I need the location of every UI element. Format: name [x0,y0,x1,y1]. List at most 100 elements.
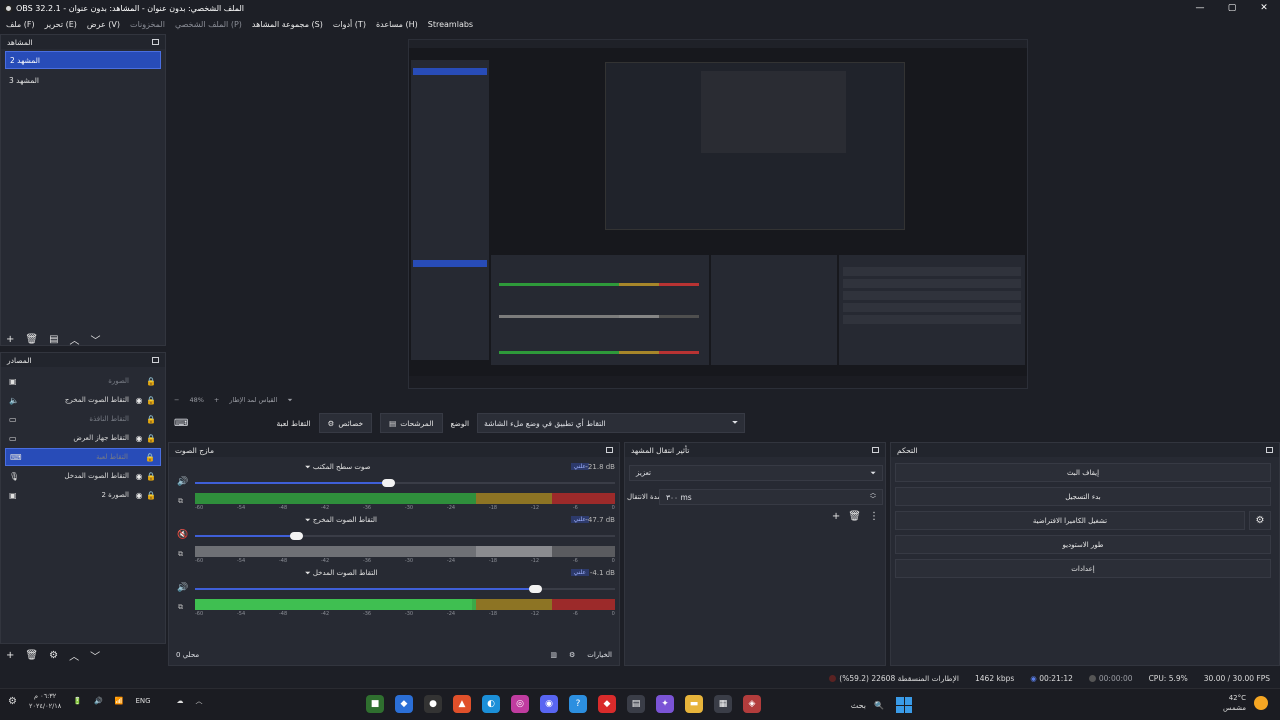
monitor-icon[interactable]: ⧉ [178,550,183,559]
lock-icon[interactable]: 🔒 [145,377,157,386]
duration-spinbox[interactable]: ٣٠٠ ms ︿ ﹀ [659,489,883,505]
delete-icon[interactable]: 🗑 [848,511,861,522]
menu-streamlabs[interactable]: Streamlabs [428,20,473,29]
menu-help[interactable]: مساعدة (H) [376,20,418,29]
brave-icon[interactable]: ▲ [453,695,471,713]
stack-icon[interactable]: ▦ [714,695,732,713]
volume-icon[interactable]: 🔊 [94,697,103,705]
settings-icon[interactable]: ⚙ [8,696,17,707]
discord-icon[interactable]: ◉ [540,695,558,713]
edge-icon[interactable]: ◐ [482,695,500,713]
red-app-icon[interactable]: ◆ [598,695,616,713]
lock-icon[interactable]: 🔒 [145,491,157,500]
menu-file[interactable]: ملف (F) [6,20,35,29]
slider-handle[interactable] [529,585,543,593]
start-virtual-camera-button[interactable]: تشغيل الكاميرا الافتراضية [895,511,1245,530]
eye-icon[interactable]: ◉ [133,491,145,500]
scale-mode[interactable]: القياس لمد الإطار [229,396,277,404]
wifi-icon[interactable]: 📶 [115,697,124,705]
lock-icon[interactable]: 🔒 [145,472,157,481]
undock-icon[interactable] [872,447,879,453]
lock-icon[interactable]: 🔒 [145,396,157,405]
properties-button[interactable]: ⚙ خصائص [318,413,373,433]
lock-icon[interactable]: 🔒 [144,453,156,462]
folder-icon[interactable]: ▬ [685,695,703,713]
close-button[interactable]: ✕ [1248,0,1280,16]
undock-icon[interactable] [1266,447,1273,453]
game-icon[interactable]: ◈ [743,695,761,713]
mixer-options-button[interactable]: الخيارات [587,651,612,659]
move-down-icon[interactable]: ﹀ [90,648,100,663]
taskbar-search[interactable]: بحث 🔍 [776,695,888,715]
source-item[interactable]: 🔈 التقاط الصوت المخرج ◉ 🔒 [5,391,161,409]
add-icon[interactable]: + [832,511,840,522]
source-item[interactable]: 🎙 التقاط الصوت المدخل ◉ 🔒 [5,467,161,485]
maximize-button[interactable]: ▢ [1216,0,1248,16]
zoom-out-icon[interactable]: − [174,396,179,404]
add-icon[interactable]: + [6,334,14,345]
spin-arrows-icon[interactable]: ︿ ﹀ [870,491,876,503]
transition-select[interactable]: تعزيز ⏷ [629,465,883,481]
volume-slider[interactable] [195,479,615,487]
source-item[interactable]: ▣ الصورة 2 ◉ 🔒 [5,486,161,504]
undock-icon[interactable] [152,39,159,45]
move-down-icon[interactable]: ﹀ [91,332,101,347]
chevron-down-icon[interactable]: ⏷ [287,396,292,405]
minimize-button[interactable]: — [1184,0,1216,16]
move-up-icon[interactable]: ︿ [70,332,80,347]
source-item[interactable]: ▭ التقاط جهاز العرض ◉ 🔒 [5,429,161,447]
monitor-icon[interactable]: ⧉ [178,497,183,506]
mute-icon[interactable]: 🔇 [177,530,188,540]
capture-mode-select[interactable]: التقاط أي تطبيق في وضع ملء الشاشة ⏷ [477,413,746,433]
source-item[interactable]: ▣ الصورة 🔒 [5,372,161,390]
blue-app-icon[interactable]: ◆ [395,695,413,713]
add-icon[interactable]: + [6,650,14,661]
monitor-icon[interactable]: ⧉ [178,603,183,612]
menu-profile[interactable]: الملف الشخصي (P) [175,20,242,29]
source-item[interactable]: ▭ التقاط النافذة 🔒 [5,410,161,428]
lock-icon[interactable]: 🔒 [145,434,157,443]
menu-scene-collection[interactable]: مجموعة المشاهد (S) [252,20,323,29]
advanced-audio-icon[interactable]: ⚙ [569,651,575,659]
volume-slider[interactable] [195,532,615,540]
preview-canvas[interactable] [170,34,1280,390]
weather-widget[interactable]: 42°C مشمس [1223,693,1268,713]
more-icon[interactable]: ⋮ [869,511,879,522]
gear-icon[interactable]: ⚙ [49,650,58,661]
menu-view[interactable]: عرض (V) [87,20,120,29]
source-item[interactable]: ⌨ التقاط لعبة 🔒 [5,448,161,466]
delete-icon[interactable]: 🗑 [25,334,38,345]
slider-handle[interactable] [382,479,396,487]
filter-icon[interactable]: ▤ [49,334,58,345]
menu-edit[interactable]: تحرير (E) [45,20,77,29]
battery-icon[interactable]: 🔋 [73,697,82,705]
channel-name[interactable]: ⏷ التقاط الصوت المخرج [305,516,377,525]
undock-icon[interactable] [606,447,613,453]
start-button[interactable] [896,697,912,713]
gear-icon[interactable]: ⚙ [1249,511,1271,530]
input-language[interactable]: ENG [135,697,150,705]
lock-icon[interactable]: 🔒 [145,415,157,424]
obs-icon[interactable]: ● [424,695,442,713]
undock-icon[interactable] [152,357,159,363]
layout-icon[interactable]: ▥ [550,651,557,659]
volume-slider[interactable] [195,585,615,593]
channel-name[interactable]: ⏷ التقاط الصوت المدخل [305,569,377,578]
channel-name[interactable]: ⏷ صوت سطح المكتب [305,463,371,472]
delete-icon[interactable]: 🗑 [25,650,38,661]
scene-item[interactable]: المشهد 3 [5,71,161,89]
menu-docks[interactable]: المخزونات [130,20,165,29]
chevron-up-icon[interactable]: ︿ [196,696,203,706]
volume-icon[interactable]: 🔊 [177,477,188,487]
minecraft-icon[interactable]: ■ [366,695,384,713]
stop-streaming-button[interactable]: إيقاف البث [895,463,1271,482]
help-icon[interactable]: ? [569,695,587,713]
copilot-icon[interactable]: ✦ [656,695,674,713]
app-tray-icon[interactable]: ☁ [177,697,184,705]
zoom-in-icon[interactable]: + [214,396,219,404]
studio-mode-button[interactable]: طور الاستوديو [895,535,1271,554]
instagram-icon[interactable]: ◎ [511,695,529,713]
start-recording-button[interactable]: بدء التسجيل [895,487,1271,506]
store-icon[interactable]: ▤ [627,695,645,713]
settings-button[interactable]: إعدادات [895,559,1271,578]
